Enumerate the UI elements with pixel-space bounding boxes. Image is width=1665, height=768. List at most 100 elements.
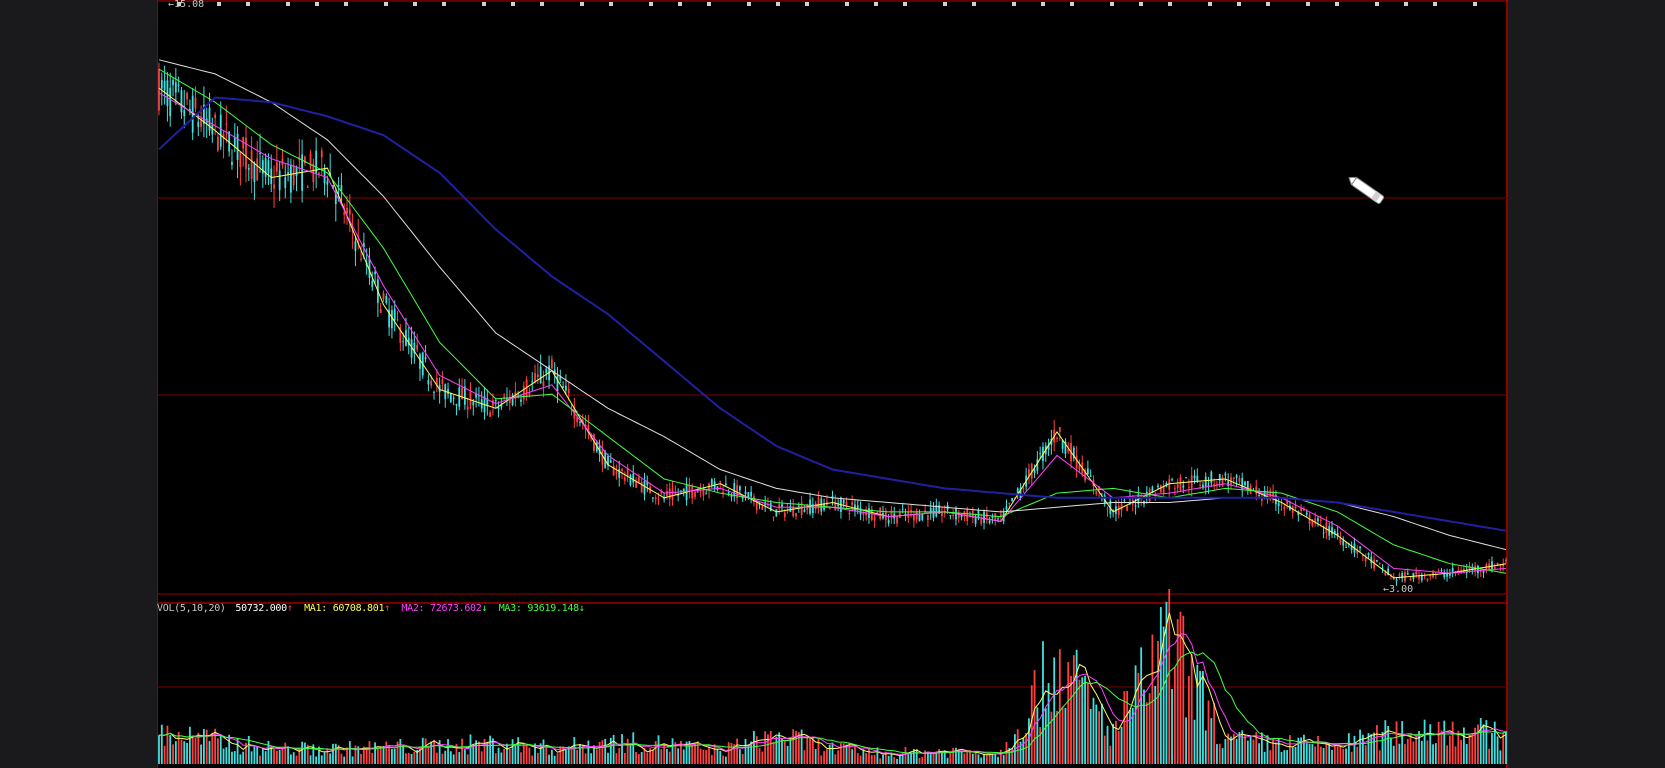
- candle-body-373: [1204, 476, 1207, 487]
- volume-bar-112: [472, 744, 475, 764]
- volume-bar-445: [1406, 738, 1409, 764]
- candle-body-48: [292, 165, 295, 186]
- high-price-value: 15.08: [174, 0, 205, 10]
- volume-bar-126: [511, 739, 514, 764]
- top-marker-5: [344, 2, 348, 6]
- candle-body-263: [896, 515, 898, 524]
- volume-bar-177: [654, 741, 657, 764]
- candle-body-169: [632, 473, 635, 483]
- volume-bar-167: [626, 738, 629, 764]
- candle-body-371: [1199, 484, 1202, 486]
- volume-bar-444: [1404, 744, 1406, 764]
- candle-body-271: [918, 514, 921, 522]
- volume-bar-411: [1311, 744, 1314, 764]
- volume-bar-378: [1218, 743, 1221, 764]
- candle-body-10: [186, 92, 188, 100]
- volume-bar-197: [710, 754, 713, 764]
- volume-bar-131: [525, 745, 528, 764]
- candle-body-150: [579, 421, 581, 423]
- volume-bar-295: [985, 754, 988, 764]
- volume-bar-226: [792, 729, 795, 764]
- candle-body-392: [1258, 495, 1260, 497]
- volume-bar-297: [991, 753, 994, 764]
- volume-bar-287: [963, 753, 966, 764]
- volume-bar-253: [868, 748, 870, 764]
- candle-body-133: [531, 381, 534, 383]
- candle-body-234: [814, 503, 817, 510]
- candle-body-1: [160, 79, 163, 89]
- ma1-arrow: ↑: [384, 603, 390, 614]
- candle-body-345: [1126, 506, 1129, 511]
- candle-body-227: [795, 513, 797, 517]
- candle-body-297: [991, 516, 994, 518]
- top-marker-15: [678, 2, 682, 6]
- candle-body-430: [1364, 557, 1367, 561]
- volume-bar-215: [761, 751, 764, 764]
- volume-bar-206: [736, 738, 738, 764]
- volume-bar-313: [1036, 707, 1039, 764]
- volume-bar-198: [713, 744, 716, 764]
- volume-bar-471: [1479, 718, 1482, 764]
- stock-chart[interactable]: [157, 0, 1508, 768]
- volume-bar-367: [1187, 675, 1190, 764]
- candle-body-230: [803, 509, 806, 512]
- candle-body-112: [472, 401, 475, 406]
- volume-bar-60: [326, 748, 329, 764]
- candle-body-105: [452, 397, 455, 399]
- candle-body-296: [988, 520, 991, 524]
- candle-body-380: [1224, 473, 1227, 476]
- volume-bar-67: [346, 747, 348, 764]
- volume-bar-355: [1154, 685, 1157, 764]
- ma2-label: MA2:: [401, 603, 425, 614]
- candle-body-445: [1406, 573, 1409, 575]
- volume-bar-54: [309, 755, 312, 764]
- volume-bar-250: [859, 755, 862, 764]
- top-marker-27: [1070, 2, 1074, 6]
- volume-bar-207: [738, 749, 741, 764]
- volume-bar-252: [865, 753, 868, 764]
- volume-bar-208: [741, 753, 744, 764]
- volume-bar-72: [360, 753, 362, 764]
- volume-bar-79: [379, 746, 382, 764]
- volume-bar-196: [708, 746, 710, 764]
- volume-bar-465: [1463, 727, 1465, 764]
- volume-bar-301: [1002, 755, 1005, 764]
- volume-bar-65: [340, 753, 343, 764]
- top-marker-25: [1012, 2, 1016, 6]
- pen-cursor-icon: [1348, 176, 1385, 204]
- volume-bar-153: [587, 740, 590, 764]
- volume-bar-430: [1364, 745, 1367, 764]
- candle-body-228: [797, 505, 800, 507]
- volume-bar-115: [480, 751, 483, 764]
- volume-bar-348: [1134, 665, 1137, 764]
- volume-bar-410: [1308, 743, 1311, 764]
- top-marker-38: [1433, 2, 1437, 6]
- volume-bar-158: [601, 740, 604, 764]
- volume-bar-47: [289, 754, 292, 764]
- volume-bar-21: [217, 738, 219, 764]
- volume-bar-424: [1347, 733, 1350, 764]
- candle-body-41: [273, 184, 275, 189]
- volume-bar-99: [435, 752, 438, 764]
- candle-body-85: [396, 319, 399, 321]
- volume-bar-379: [1221, 748, 1224, 764]
- volume-bar-327: [1075, 649, 1078, 764]
- top-marker-8: [442, 2, 446, 6]
- volume-bar-40: [270, 746, 273, 764]
- volume-bar-3: [166, 725, 169, 764]
- volume-bar-187: [682, 749, 685, 764]
- candle-body-303: [1008, 502, 1011, 504]
- candle-body-434: [1376, 560, 1378, 562]
- volume-bar-457: [1440, 730, 1443, 764]
- volume-bar-120: [494, 753, 497, 764]
- volume-bar-418: [1331, 749, 1333, 764]
- candle-body-49: [295, 167, 298, 177]
- volume-bar-179: [660, 749, 663, 764]
- candle-body-344: [1123, 500, 1126, 502]
- volume-bar-84: [393, 748, 396, 764]
- volume-bar-477: [1496, 736, 1499, 764]
- candle-body-184: [674, 492, 677, 494]
- candle-body-442: [1398, 574, 1401, 576]
- volume-bar-320: [1056, 710, 1058, 764]
- candle-body-320: [1056, 437, 1058, 439]
